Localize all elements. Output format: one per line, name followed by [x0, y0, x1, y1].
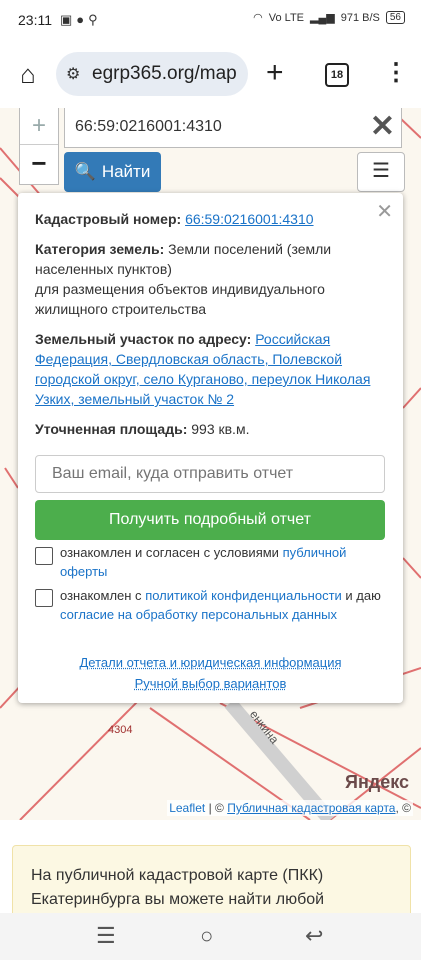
- offer-consent-checkbox[interactable]: [35, 547, 53, 565]
- offer-consent-text: ознакомлен и согласен с условиями публич…: [60, 545, 347, 579]
- email-field[interactable]: [35, 455, 385, 493]
- leaflet-link[interactable]: Leaflet: [169, 801, 205, 815]
- signal-icon: ▂▄▆: [310, 12, 335, 24]
- status-bar: 23:11 ▣●⚲ ◠ Vo LTE ▂▄▆ 971 B/S 56: [0, 0, 421, 42]
- get-report-button[interactable]: Получить подробный отчет: [35, 500, 385, 540]
- parcel-number-label: 4304: [108, 724, 133, 736]
- privacy-policy-link[interactable]: политикой конфиденциальности: [145, 588, 342, 603]
- status-time: 23:11: [18, 12, 52, 28]
- home-icon[interactable]: ⌂: [14, 60, 42, 88]
- notification-icons: ▣●⚲: [60, 12, 102, 28]
- manual-link-row: Ручной выбор вариантов: [18, 676, 403, 691]
- cadastral-number-link[interactable]: 66:59:0216001:4310: [185, 211, 313, 227]
- network-type: Vo LTE: [268, 11, 305, 24]
- map-attribution: Leaflet | © Публичная кадастровая карта,…: [167, 800, 413, 816]
- cadastral-number-row: Кадастровый номер: 66:59:0216001:4310: [35, 211, 314, 227]
- land-purpose: для размещения объектов индивидуального …: [35, 281, 325, 317]
- zoom-in-button[interactable]: +: [20, 108, 58, 145]
- privacy-consent-text: ознакомлен с политикой конфиденциальност…: [60, 588, 381, 622]
- pkk-link[interactable]: Публичная кадастровая карта: [227, 801, 395, 815]
- zoom-out-button[interactable]: −: [20, 145, 58, 183]
- find-button[interactable]: 🔍 Найти: [64, 152, 161, 192]
- back-icon[interactable]: ↩: [305, 923, 323, 949]
- system-icons: ◠ Vo LTE ▂▄▆ 971 B/S 56: [253, 11, 405, 24]
- details-link-row: Детали отчета и юридическая информация: [18, 655, 403, 670]
- address-bar[interactable]: ⚙ egrp365.org/map: [56, 52, 248, 96]
- wifi-icon: ◠: [253, 12, 263, 24]
- overflow-menu-icon[interactable]: ⋮: [384, 58, 408, 88]
- clear-icon[interactable]: ✕: [370, 112, 395, 142]
- address-row: Земельный участок по адресу: Российская …: [35, 331, 371, 407]
- home-nav-icon[interactable]: ○: [200, 923, 213, 949]
- new-tab-button[interactable]: +: [266, 58, 284, 88]
- browser-toolbar: ⌂ ⚙ egrp365.org/map + 18 ⋮: [0, 42, 421, 108]
- search-value[interactable]: 66:59:0216001:4310: [75, 118, 222, 136]
- manual-selection-link[interactable]: Ручной выбор вариантов: [135, 676, 287, 691]
- personal-data-link[interactable]: согласие на обработку персональных данны…: [60, 607, 337, 622]
- cadastral-search-field[interactable]: 66:59:0216001:4310 ✕: [64, 108, 402, 148]
- system-nav-bar: ☰ ○ ↩: [0, 913, 421, 960]
- chat-icon: ●: [76, 12, 89, 27]
- report-details-link[interactable]: Детали отчета и юридическая информация: [79, 655, 341, 670]
- land-category-row: Категория земель: Земли поселений (земли…: [35, 241, 332, 277]
- area-row: Уточненная площадь: 993 кв.м.: [35, 421, 250, 437]
- site-settings-icon[interactable]: ⚙: [66, 64, 86, 84]
- net-speed: 971 B/S: [340, 11, 380, 24]
- list-menu-button[interactable]: ☰: [357, 152, 405, 192]
- info-text: На публичной кадастровой карте (ПКК) Ека…: [31, 867, 325, 908]
- recent-apps-icon[interactable]: ☰: [96, 923, 116, 949]
- search-icon: ⚲: [88, 12, 102, 27]
- search-icon: 🔍: [74, 162, 96, 181]
- parcel-info-popup: ✕ Кадастровый номер: 66:59:0216001:4310 …: [18, 193, 403, 703]
- url-text[interactable]: egrp365.org/map: [92, 63, 237, 85]
- email-input[interactable]: [50, 456, 374, 492]
- tab-switcher-button[interactable]: 18: [325, 63, 349, 87]
- find-button-label: Найти: [101, 162, 151, 181]
- battery-icon: 56: [385, 11, 405, 24]
- gallery-icon: ▣: [60, 12, 77, 27]
- privacy-consent-checkbox[interactable]: [35, 589, 53, 607]
- zoom-control: + −: [19, 108, 59, 185]
- yandex-logo: Яндекс: [345, 772, 410, 792]
